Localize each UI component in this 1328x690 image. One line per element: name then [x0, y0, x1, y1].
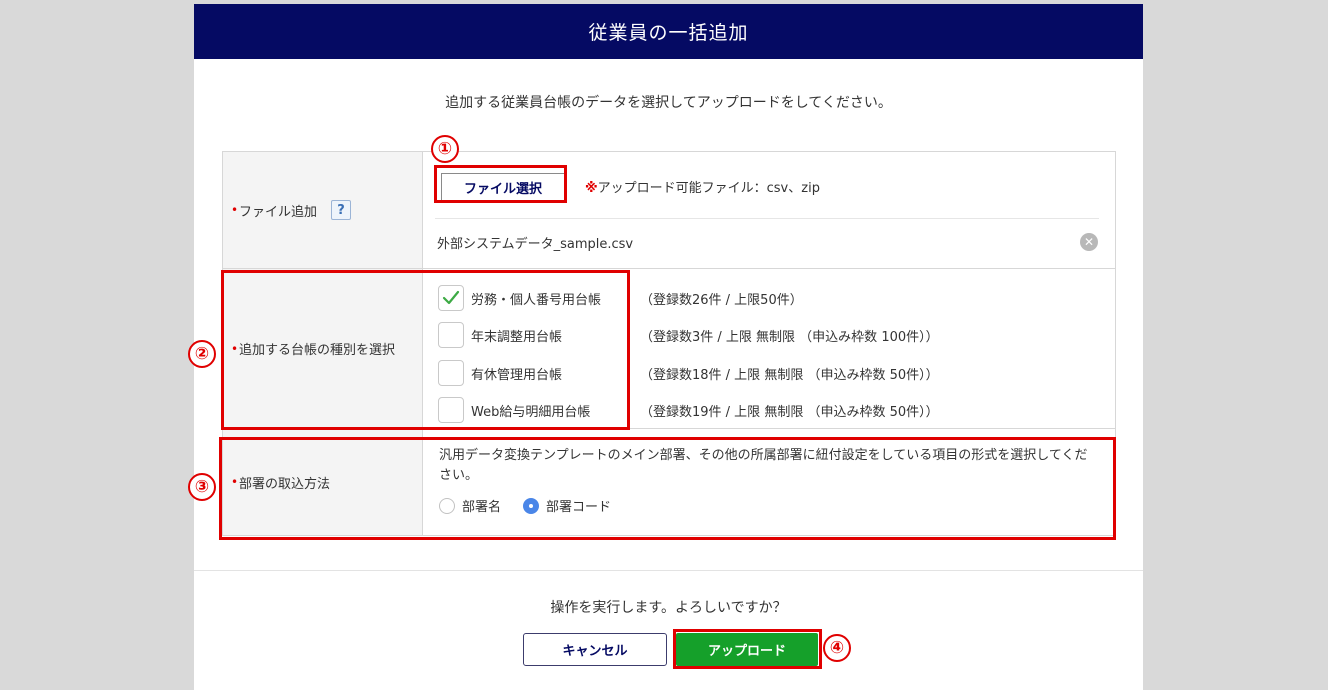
file-divider — [435, 218, 1099, 219]
upload-form: • ファイル追加 ? ファイル選択 ※アップロード可能ファイル：csv、zip … — [222, 151, 1116, 536]
cancel-button[interactable]: キャンセル — [523, 633, 667, 666]
annotation-number-2: ② — [188, 340, 216, 368]
required-mark: • — [231, 203, 239, 217]
dept-label: 部署の取込方法 — [239, 476, 331, 492]
footer-divider — [194, 570, 1143, 571]
ledger-item-count: （登録数3件 / 上限 無制限 （申込み枠数 100件）） — [640, 329, 939, 345]
note-text: アップロード可能ファイル：csv、zip — [597, 181, 820, 196]
ledger-item-label: 年末調整用台帳 — [471, 329, 563, 345]
confirm-text: 操作を実行します。よろしいですか？ — [550, 600, 787, 616]
radio-label-dept-code[interactable]: 部署コード — [546, 496, 611, 515]
required-mark: • — [231, 475, 239, 489]
ledger-item-year-end[interactable]: 年末調整用台帳 （登録数3件 / 上限 無制限 （申込み枠数 100件）） — [438, 322, 1098, 348]
dept-row-value: 汎用データ変換テンプレートのメイン部署、その他の所属部署に紐付設定をしている項目… — [423, 429, 1115, 535]
checkbox[interactable] — [438, 285, 464, 311]
file-row-label: • ファイル追加 ? — [223, 152, 423, 268]
annotation-number-1: ① — [431, 135, 459, 163]
radio-label-dept-name[interactable]: 部署名 — [462, 496, 501, 515]
ledger-row-value: 労務・個人番号用台帳 （登録数26件 / 上限50件） 年末調整用台帳 （登録数… — [423, 269, 1115, 428]
ledger-item-label: 有休管理用台帳 — [471, 367, 563, 383]
dialog-title: 従業員の一括追加 — [588, 22, 749, 44]
ledger-item-count: （登録数19件 / 上限 無制限 （申込み枠数 50件）） — [640, 404, 939, 420]
annotation-number-3: ③ — [188, 473, 216, 501]
file-select-button[interactable]: ファイル選択 — [441, 173, 565, 201]
ledger-item-labor[interactable]: 労務・個人番号用台帳 （登録数26件 / 上限50件） — [438, 285, 1098, 311]
file-note: ※アップロード可能ファイル：csv、zip — [585, 177, 820, 196]
file-row-value: ファイル選択 ※アップロード可能ファイル：csv、zip 外部システムデータ_s… — [423, 152, 1115, 268]
dept-row-label: • 部署の取込方法 — [223, 429, 423, 535]
file-row: • ファイル追加 ? ファイル選択 ※アップロード可能ファイル：csv、zip … — [223, 152, 1115, 269]
ledger-row: • 追加する台帳の種別を選択 労務・個人番号用台帳 （登録数26件 / 上限50… — [223, 269, 1115, 429]
dept-radio-group: 部署名 部署コード — [439, 496, 633, 515]
help-icon[interactable]: ? — [331, 200, 352, 220]
ledger-item-paid-leave[interactable]: 有休管理用台帳 （登録数18件 / 上限 無制限 （申込み枠数 50件）） — [438, 360, 1098, 386]
ledger-item-web-payslip[interactable]: Web給与明細用台帳 （登録数19件 / 上限 無制限 （申込み枠数 50件）） — [438, 397, 1098, 423]
radio-dept-code[interactable] — [523, 497, 540, 514]
intro-text: 追加する従業員台帳のデータを選択してアップロードをしてください。 — [445, 95, 892, 111]
note-mark: ※ — [585, 181, 598, 196]
ledger-label: 追加する台帳の種別を選択 — [239, 343, 396, 358]
ledger-item-label: Web給与明細用台帳 — [471, 404, 591, 420]
ledger-item-count: （登録数26件 / 上限50件） — [640, 292, 803, 308]
file-label: ファイル追加 — [239, 204, 318, 220]
radio-dept-name[interactable] — [439, 497, 455, 514]
checkbox[interactable] — [438, 397, 464, 423]
ledger-item-count: （登録数18件 / 上限 無制限 （申込み枠数 50件）） — [640, 367, 939, 383]
annotation-number-4: ④ — [823, 634, 851, 662]
checkbox[interactable] — [438, 322, 464, 348]
required-mark: • — [231, 341, 239, 356]
ledger-item-label: 労務・個人番号用台帳 — [471, 292, 602, 308]
upload-button[interactable]: アップロード — [676, 633, 818, 666]
dialog-header: 従業員の一括追加 — [194, 4, 1143, 59]
dept-description: 汎用データ変換テンプレートのメイン部署、その他の所属部署に紐付設定をしている項目… — [439, 448, 1088, 483]
checkbox[interactable] — [438, 360, 464, 386]
check-icon — [442, 290, 460, 305]
ledger-row-label: • 追加する台帳の種別を選択 — [223, 269, 423, 428]
bulk-add-dialog: 従業員の一括追加 追加する従業員台帳のデータを選択してアップロードをしてください… — [194, 4, 1143, 690]
clear-file-icon[interactable]: ✕ — [1080, 233, 1098, 251]
dept-row: • 部署の取込方法 汎用データ変換テンプレートのメイン部署、その他の所属部署に紐… — [223, 429, 1115, 536]
selected-file-name: 外部システムデータ_sample.csv — [437, 237, 634, 252]
